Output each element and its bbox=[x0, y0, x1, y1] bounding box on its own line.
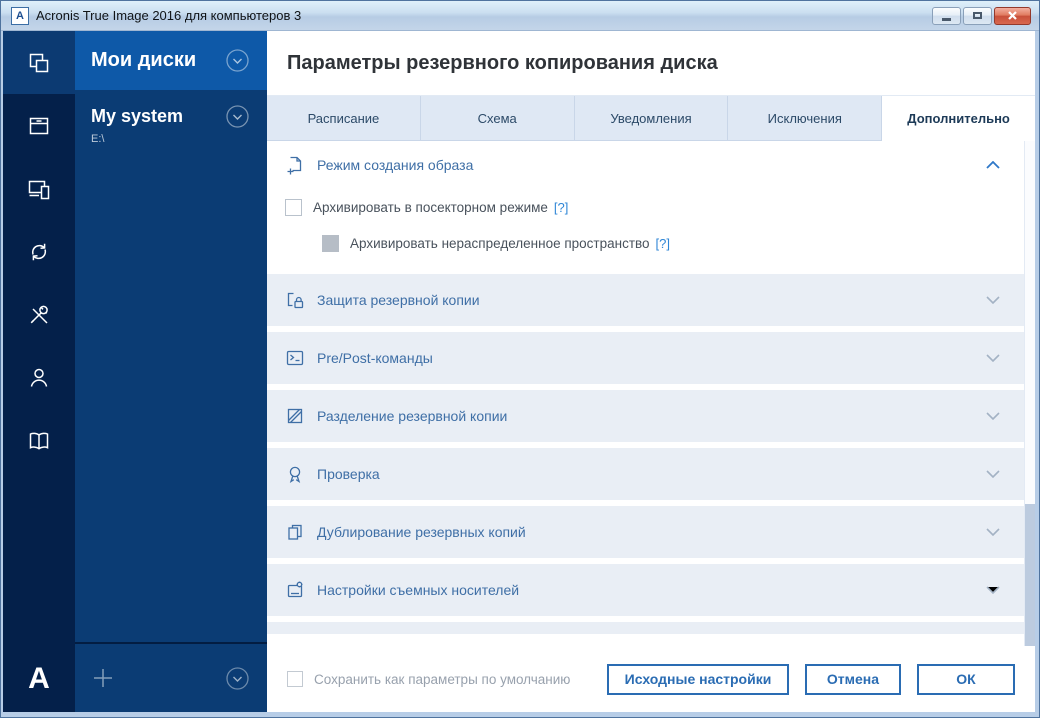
acronis-logo: A bbox=[3, 646, 75, 712]
section-label: Режим создания образа bbox=[317, 157, 473, 173]
settings-panel: Режим создания образа Архивировать в пос… bbox=[267, 141, 1035, 646]
chevron-up-icon[interactable] bbox=[986, 161, 1000, 169]
sector-by-sector-checkbox[interactable] bbox=[285, 199, 302, 216]
chevron-down-icon[interactable] bbox=[986, 296, 1000, 304]
nav-archive[interactable] bbox=[3, 94, 75, 157]
chevron-down-icon[interactable] bbox=[986, 354, 1000, 362]
chevron-down-circle-icon[interactable] bbox=[224, 103, 251, 130]
window-controls bbox=[930, 7, 1031, 25]
help-link[interactable]: [?] bbox=[554, 200, 568, 215]
maximize-icon bbox=[973, 12, 982, 19]
chevron-down-icon[interactable] bbox=[986, 586, 1000, 594]
backup-protection-icon bbox=[285, 290, 305, 310]
nav-account[interactable] bbox=[3, 346, 75, 409]
backup-list-panel: Мои диски My system E:\ bbox=[75, 31, 267, 712]
option-label: Архивировать в посекторном режиме bbox=[313, 200, 548, 215]
maximize-button[interactable] bbox=[963, 7, 992, 25]
tab-advanced[interactable]: Дополнительно bbox=[882, 96, 1035, 141]
section-pre-post-commands[interactable]: Pre/Post-команды bbox=[267, 332, 1024, 384]
section-image-mode-header[interactable]: Режим создания образа bbox=[267, 141, 1024, 189]
section-label: Разделение резервной копии bbox=[317, 408, 507, 424]
scrollbar-track[interactable] bbox=[1024, 141, 1035, 646]
help-link[interactable]: [?] bbox=[656, 236, 670, 251]
duplicate-copies-icon bbox=[285, 522, 305, 542]
backup-list-body: My system E:\ bbox=[75, 90, 267, 642]
nav-sync[interactable] bbox=[3, 220, 75, 283]
backup-list-header[interactable]: Мои диски bbox=[75, 31, 267, 90]
close-icon bbox=[1007, 10, 1018, 21]
ok-button[interactable]: ОК bbox=[917, 664, 1015, 695]
section-label: Настройки съемных носителей bbox=[317, 582, 519, 598]
backup-list-title: Мои диски bbox=[91, 49, 196, 72]
settings-scroll-area: Режим создания образа Архивировать в пос… bbox=[267, 141, 1024, 646]
app-icon: A bbox=[11, 7, 29, 25]
tab-exclusions[interactable]: Исключения bbox=[728, 96, 882, 141]
minimize-button[interactable] bbox=[932, 7, 961, 25]
scrollbar-thumb[interactable] bbox=[1025, 504, 1035, 646]
section-duplicate-backups[interactable]: Дублирование резервных копий bbox=[267, 506, 1024, 558]
section-removable-media[interactable]: Настройки съемных носителей bbox=[267, 564, 1024, 616]
footer-bar: Сохранить как параметры по умолчанию Исх… bbox=[267, 646, 1035, 712]
tools-icon bbox=[26, 302, 52, 328]
section-image-mode: Режим создания образа Архивировать в пос… bbox=[267, 141, 1024, 268]
unallocated-space-checkbox bbox=[322, 235, 339, 252]
chevron-down-circle-icon[interactable] bbox=[224, 47, 251, 74]
minimize-icon bbox=[942, 18, 951, 21]
main-content: Параметры резервного копирования диска Р… bbox=[267, 31, 1035, 712]
chevron-down-circle-icon[interactable] bbox=[224, 665, 251, 692]
rail-spacer bbox=[3, 472, 75, 646]
help-book-icon bbox=[26, 428, 52, 454]
section-backup-protection[interactable]: Защита резервной копии bbox=[267, 274, 1024, 326]
validation-ribbon-icon bbox=[285, 464, 305, 484]
option-unallocated-space: Архивировать нераспределенное пространст… bbox=[322, 235, 1024, 252]
backup-item-my-system[interactable]: My system E:\ bbox=[75, 90, 267, 145]
window-title: Acronis True Image 2016 для компьютеров … bbox=[36, 8, 301, 23]
chevron-down-icon[interactable] bbox=[986, 470, 1000, 478]
image-mode-icon bbox=[285, 155, 305, 175]
close-button[interactable] bbox=[994, 7, 1031, 25]
footer-buttons: Исходные настройки Отмена ОК bbox=[591, 664, 1015, 695]
save-as-default-label: Сохранить как параметры по умолчанию bbox=[314, 672, 570, 687]
split-backup-icon bbox=[285, 406, 305, 426]
backup-source-path: E:\ bbox=[91, 133, 251, 145]
devices-icon bbox=[26, 176, 52, 202]
nav-help[interactable] bbox=[3, 409, 75, 472]
page-title: Параметры резервного копирования диска bbox=[287, 52, 718, 75]
app-body: A Мои диски My system bbox=[3, 31, 1035, 712]
tab-schedule[interactable]: Расписание bbox=[267, 96, 421, 141]
tab-scheme[interactable]: Схема bbox=[421, 96, 575, 141]
removable-media-icon bbox=[285, 580, 305, 600]
app-window: A Acronis True Image 2016 для компьютеро… bbox=[0, 0, 1040, 718]
nav-backup[interactable] bbox=[3, 31, 75, 94]
tab-notifications[interactable]: Уведомления bbox=[575, 96, 729, 141]
backup-list-footer bbox=[75, 642, 267, 712]
account-icon bbox=[26, 365, 52, 391]
archive-icon bbox=[26, 113, 52, 139]
save-as-default-checkbox[interactable] bbox=[287, 671, 303, 687]
section-row-partial[interactable] bbox=[267, 622, 1024, 634]
backup-icon bbox=[26, 50, 52, 76]
chevron-down-icon[interactable] bbox=[986, 528, 1000, 536]
sync-icon bbox=[26, 239, 52, 265]
section-split-backup[interactable]: Разделение резервной копии bbox=[267, 390, 1024, 442]
option-label: Архивировать нераспределенное пространст… bbox=[350, 236, 650, 251]
section-label: Pre/Post-команды bbox=[317, 350, 433, 366]
chevron-down-icon[interactable] bbox=[986, 412, 1000, 420]
titlebar: A Acronis True Image 2016 для компьютеро… bbox=[1, 1, 1039, 31]
tab-bar: Расписание Схема Уведомления Исключения … bbox=[267, 95, 1035, 141]
terminal-icon bbox=[285, 348, 305, 368]
section-validation[interactable]: Проверка bbox=[267, 448, 1024, 500]
section-label: Защита резервной копии bbox=[317, 292, 480, 308]
option-sector-by-sector: Архивировать в посекторном режиме [?] bbox=[285, 199, 1024, 216]
add-backup-button[interactable] bbox=[91, 666, 115, 690]
cancel-button[interactable]: Отмена bbox=[805, 664, 901, 695]
section-label: Проверка bbox=[317, 466, 380, 482]
reset-settings-button[interactable]: Исходные настройки bbox=[607, 664, 789, 695]
nav-rail: A bbox=[3, 31, 75, 712]
section-label: Дублирование резервных копий bbox=[317, 524, 526, 540]
content-header: Параметры резервного копирования диска bbox=[267, 31, 1035, 95]
backup-name: My system bbox=[91, 106, 183, 127]
nav-devices[interactable] bbox=[3, 157, 75, 220]
nav-tools[interactable] bbox=[3, 283, 75, 346]
